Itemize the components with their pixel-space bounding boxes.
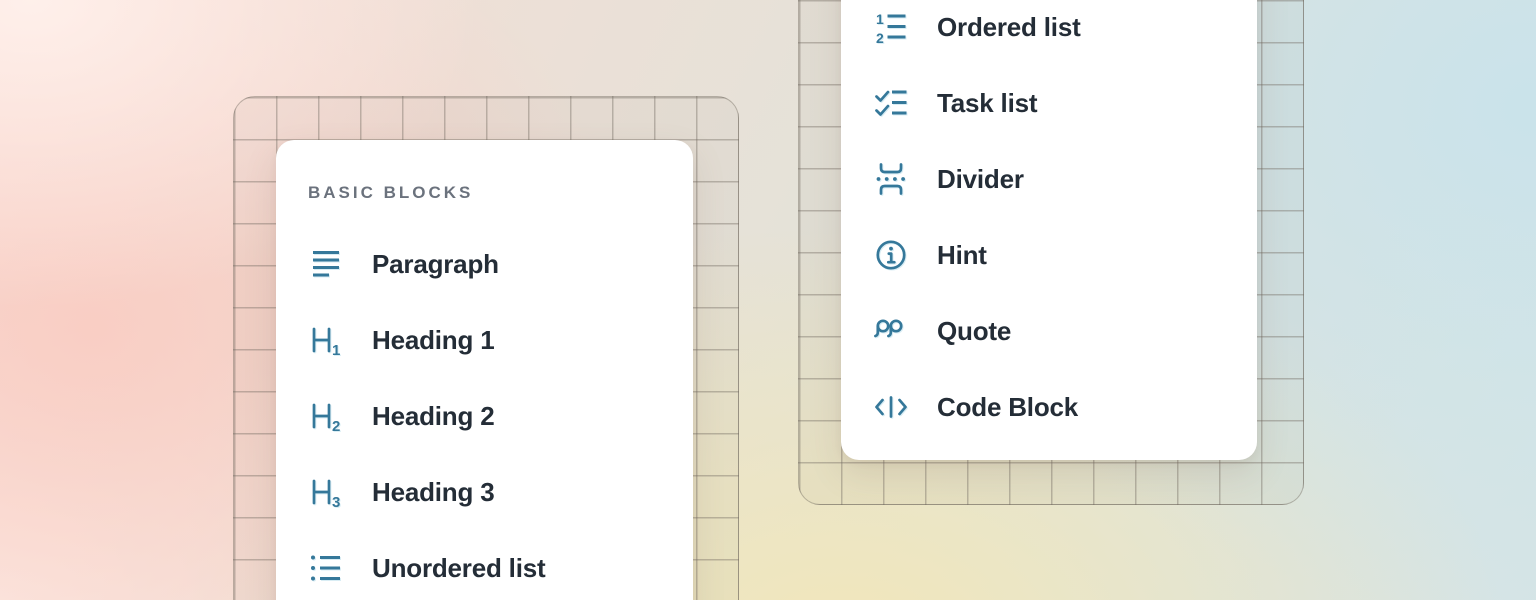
menu-item-label: Hint	[937, 240, 987, 271]
menu-item-paragraph[interactable]: Paragraph	[308, 226, 669, 302]
menu-item-hint[interactable]: Hint	[873, 217, 1233, 293]
basic-blocks-menu: BASIC BLOCKS Paragraph 1 Heading 1 2 Heading…	[276, 140, 693, 600]
svg-text:1: 1	[876, 11, 884, 27]
menu-item-label: Ordered list	[937, 12, 1081, 43]
menu-item-label: Quote	[937, 316, 1011, 347]
menu-item-heading-3[interactable]: 3 Heading 3	[308, 454, 669, 530]
menu-item-label: Unordered list	[372, 553, 545, 584]
unordered-list-icon	[308, 550, 344, 586]
heading-2-icon: 2	[308, 398, 344, 434]
menu-item-label: Heading 2	[372, 401, 494, 432]
quote-icon	[873, 313, 909, 349]
menu-item-heading-2[interactable]: 2 Heading 2	[308, 378, 669, 454]
menu-item-code-block[interactable]: Code Block	[873, 369, 1233, 445]
paragraph-icon	[308, 246, 344, 282]
divider-icon	[873, 161, 909, 197]
menu-item-label: Heading 3	[372, 477, 494, 508]
menu-item-label: Task list	[937, 88, 1037, 119]
menu-item-label: Heading 1	[372, 325, 494, 356]
menu-item-label: Divider	[937, 164, 1024, 195]
svg-text:2: 2	[332, 418, 340, 434]
heading-1-icon: 1	[308, 322, 344, 358]
menu-section-header: BASIC BLOCKS	[308, 176, 669, 210]
menu-item-label: Code Block	[937, 392, 1078, 423]
menu-item-heading-1[interactable]: 1 Heading 1	[308, 302, 669, 378]
code-block-icon	[873, 389, 909, 425]
menu-item-ordered-list[interactable]: 12Ordered list	[873, 0, 1233, 65]
heading-3-icon: 3	[308, 474, 344, 510]
blocks-menu-continued: 12Ordered listTask listDividerHintQuoteC…	[841, 0, 1257, 460]
ordered-list-icon: 12	[873, 9, 909, 45]
svg-text:3: 3	[332, 494, 340, 510]
hero-background: BASIC BLOCKS Paragraph 1 Heading 1 2 Heading…	[0, 0, 1536, 600]
svg-text:1: 1	[332, 342, 340, 358]
menu-item-task-list[interactable]: Task list	[873, 65, 1233, 141]
hint-icon	[873, 237, 909, 273]
menu-item-divider[interactable]: Divider	[873, 141, 1233, 217]
menu-item-label: Paragraph	[372, 249, 499, 280]
menu-item-quote[interactable]: Quote	[873, 293, 1233, 369]
menu-item-unordered-list[interactable]: Unordered list	[308, 530, 669, 600]
svg-text:2: 2	[876, 30, 884, 45]
task-list-icon	[873, 85, 909, 121]
